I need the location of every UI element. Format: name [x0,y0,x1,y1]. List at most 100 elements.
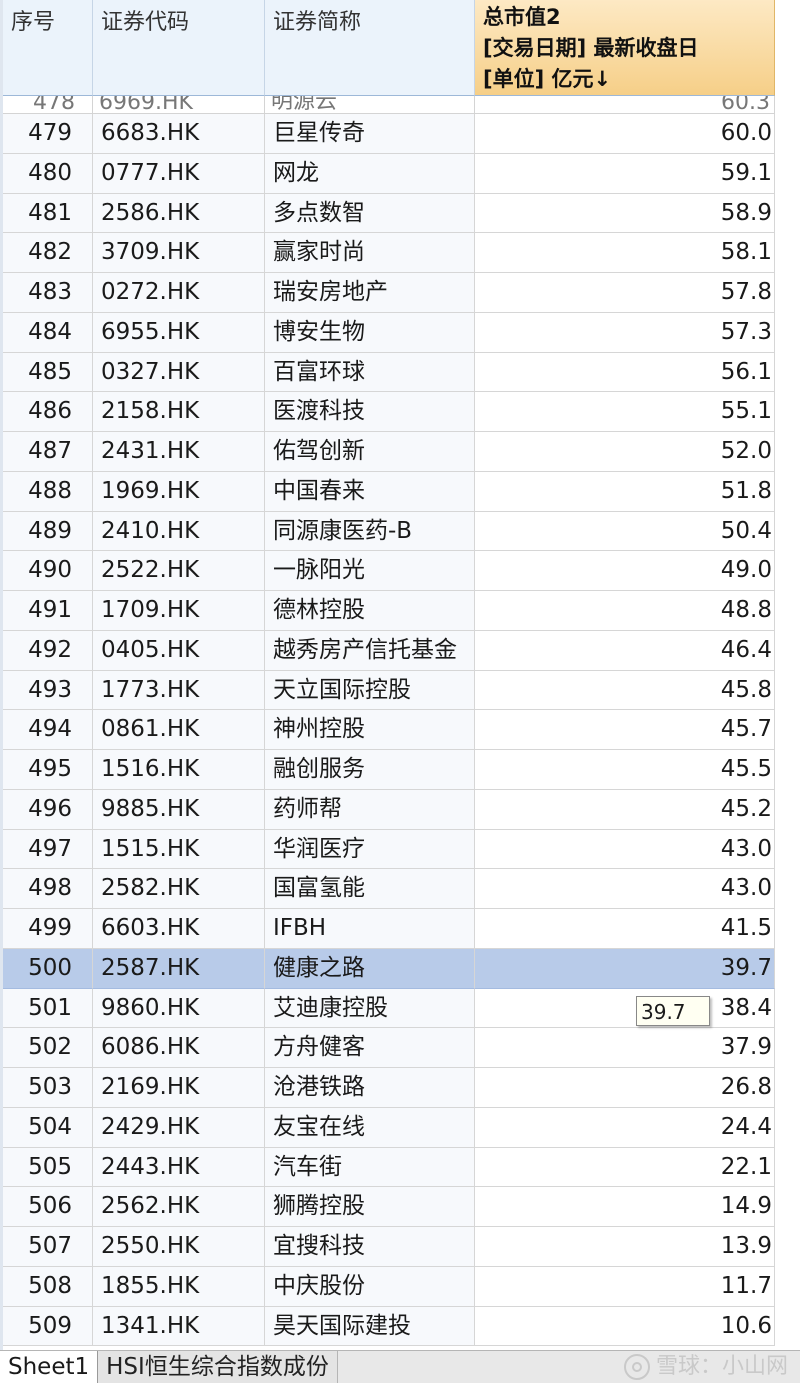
header-market-cap-sorted[interactable]: 总市值2 [交易日期] 最新收盘日 [单位] 亿元↓ [475,0,775,96]
cell-market-cap[interactable]: 45.8 [475,670,775,711]
table-row[interactable]: 487 2431.HK 佑驾创新 52.0 [3,432,777,472]
cell-name[interactable]: 医渡科技 [265,392,475,432]
cell-code[interactable]: 2562.HK [93,1187,265,1227]
table-row[interactable]: 495 1516.HK 融创服务 45.5 [3,750,777,790]
cell-market-cap[interactable]: 55.1 [475,392,775,432]
cell-seq[interactable]: 497 [3,829,93,870]
cell-market-cap[interactable]: 48.8 [475,591,775,631]
cell-market-cap[interactable]: 51.8 [475,471,775,512]
table-row[interactable]: 486 2158.HK 医渡科技 55.1 [3,392,777,432]
table-row[interactable]: 504 2429.HK 友宝在线 24.4 [3,1107,777,1148]
cell-market-cap[interactable]: 45.2 [475,789,775,830]
cell-seq[interactable]: 500 [3,948,93,989]
table-row-selected[interactable]: 500 2587.HK 健康之路 39.7 [3,948,777,989]
table-row[interactable]: 493 1773.HK 天立国际控股 45.8 [3,670,777,711]
cell-market-cap[interactable]: 38.4 [475,988,775,1029]
cell-code[interactable]: 0405.HK [93,630,265,671]
cell-name[interactable]: 神州控股 [265,710,475,750]
cell-seq[interactable]: 495 [3,750,93,790]
cell-code[interactable]: 1515.HK [93,829,265,870]
cell-code[interactable]: 2443.HK [93,1147,265,1188]
cell-market-cap[interactable]: 52.0 [475,432,775,472]
table-row[interactable]: 480 0777.HK 网龙 59.1 [3,153,777,194]
cell-name[interactable]: 网龙 [265,153,475,194]
cell-seq[interactable]: 492 [3,630,93,671]
cell-market-cap[interactable]: 45.5 [475,750,775,790]
cell-market-cap[interactable]: 26.8 [475,1068,775,1108]
cell-name[interactable]: 方舟健客 [265,1028,475,1068]
table-row[interactable]: 490 2522.HK 一脉阳光 49.0 [3,551,777,591]
cell-name[interactable]: 国富氢能 [265,869,475,909]
cell-seq[interactable]: 480 [3,153,93,194]
cell-name[interactable]: 百富环球 [265,352,475,393]
cell-code[interactable]: 2158.HK [93,392,265,432]
cell-market-cap[interactable]: 46.4 [475,630,775,671]
cell-name[interactable]: 中国春来 [265,471,475,512]
header-code[interactable]: 证券代码 [93,0,265,96]
table-row[interactable]: 506 2562.HK 狮腾控股 14.9 [3,1187,777,1227]
cell-code[interactable]: 2587.HK [93,948,265,989]
table-row[interactable]: 499 6603.HK IFBH 41.5 [3,909,777,949]
cell-name[interactable]: 华润医疗 [265,829,475,870]
cell-code[interactable]: 0861.HK [93,710,265,750]
cell-seq[interactable]: 484 [3,312,93,353]
cell-name[interactable]: 天立国际控股 [265,670,475,711]
cell-code[interactable]: 6955.HK [93,312,265,353]
cell-name[interactable]: 巨星传奇 [265,114,475,154]
table-row[interactable]: 491 1709.HK 德林控股 48.8 [3,591,777,631]
cell-seq[interactable]: 494 [3,710,93,750]
cell-seq[interactable]: 485 [3,352,93,393]
cell-market-cap[interactable]: 10.6 [475,1306,775,1347]
cell-seq[interactable]: 481 [3,193,93,234]
table-row[interactable]: 492 0405.HK 越秀房产信托基金 46.4 [3,630,777,671]
cell-seq[interactable]: 507 [3,1227,93,1267]
cell-market-cap[interactable]: 13.9 [475,1227,775,1267]
cell-seq[interactable]: 493 [3,670,93,711]
cell-code[interactable]: 2431.HK [93,432,265,472]
table-row[interactable]: 489 2410.HK 同源康医药-B 50.4 [3,511,777,552]
cell-seq[interactable]: 498 [3,869,93,909]
cell-code[interactable]: 6086.HK [93,1028,265,1068]
cell-seq[interactable]: 486 [3,392,93,432]
cell-name[interactable]: 昊天国际建投 [265,1306,475,1347]
table-row[interactable]: 481 2586.HK 多点数智 58.9 [3,193,777,234]
cell-code[interactable]: 1516.HK [93,750,265,790]
cell-code[interactable]: 0327.HK [93,352,265,393]
cell-market-cap[interactable]: 24.4 [475,1107,775,1148]
cell-code[interactable]: 1855.HK [93,1266,265,1307]
cell-name[interactable]: 德林控股 [265,591,475,631]
cell-market-cap[interactable]: 49.0 [475,551,775,591]
cell-market-cap[interactable]: 58.1 [475,233,775,273]
cell-name[interactable]: 中庆股份 [265,1266,475,1307]
cell-code[interactable]: 0777.HK [93,153,265,194]
cell-name[interactable]: 药师帮 [265,789,475,830]
cell-name[interactable]: 瑞安房地产 [265,273,475,313]
table-row[interactable]: 494 0861.HK 神州控股 45.7 [3,710,777,750]
table-row[interactable]: 508 1855.HK 中庆股份 11.7 [3,1266,777,1307]
cell-seq[interactable]: 496 [3,789,93,830]
cell-market-cap[interactable]: 43.0 [475,829,775,870]
cell-name[interactable]: IFBH [265,909,475,949]
cell-seq[interactable]: 506 [3,1187,93,1227]
cell-name[interactable]: 博安生物 [265,312,475,353]
table-row[interactable]: 497 1515.HK 华润医疗 43.0 [3,829,777,870]
cell-seq[interactable]: 499 [3,909,93,949]
tab-sheet1[interactable]: Sheet1 [0,1351,99,1383]
table-row[interactable]: 503 2169.HK 沧港铁路 26.8 [3,1068,777,1108]
table-row[interactable]: 479 6683.HK 巨星传奇 60.0 [3,114,777,154]
cell-code[interactable]: 1709.HK [93,591,265,631]
cell-code[interactable]: 2550.HK [93,1227,265,1267]
cell-seq[interactable]: 482 [3,233,93,273]
cell-code[interactable]: 9885.HK [93,789,265,830]
cell-seq[interactable]: 487 [3,432,93,472]
cell-code[interactable]: 0272.HK [93,273,265,313]
table-row[interactable]: 488 1969.HK 中国春来 51.8 [3,471,777,512]
header-seq[interactable]: 序号 [3,0,93,96]
cell-seq[interactable]: 489 [3,511,93,552]
cell-seq[interactable]: 488 [3,471,93,512]
tab-hsi[interactable]: HSI恒生综合指数成份 [98,1351,338,1383]
cell-code[interactable]: 6683.HK [93,114,265,154]
table-row[interactable]: 482 3709.HK 赢家时尚 58.1 [3,233,777,273]
cell-seq[interactable]: 483 [3,273,93,313]
cell-code[interactable]: 3709.HK [93,233,265,273]
